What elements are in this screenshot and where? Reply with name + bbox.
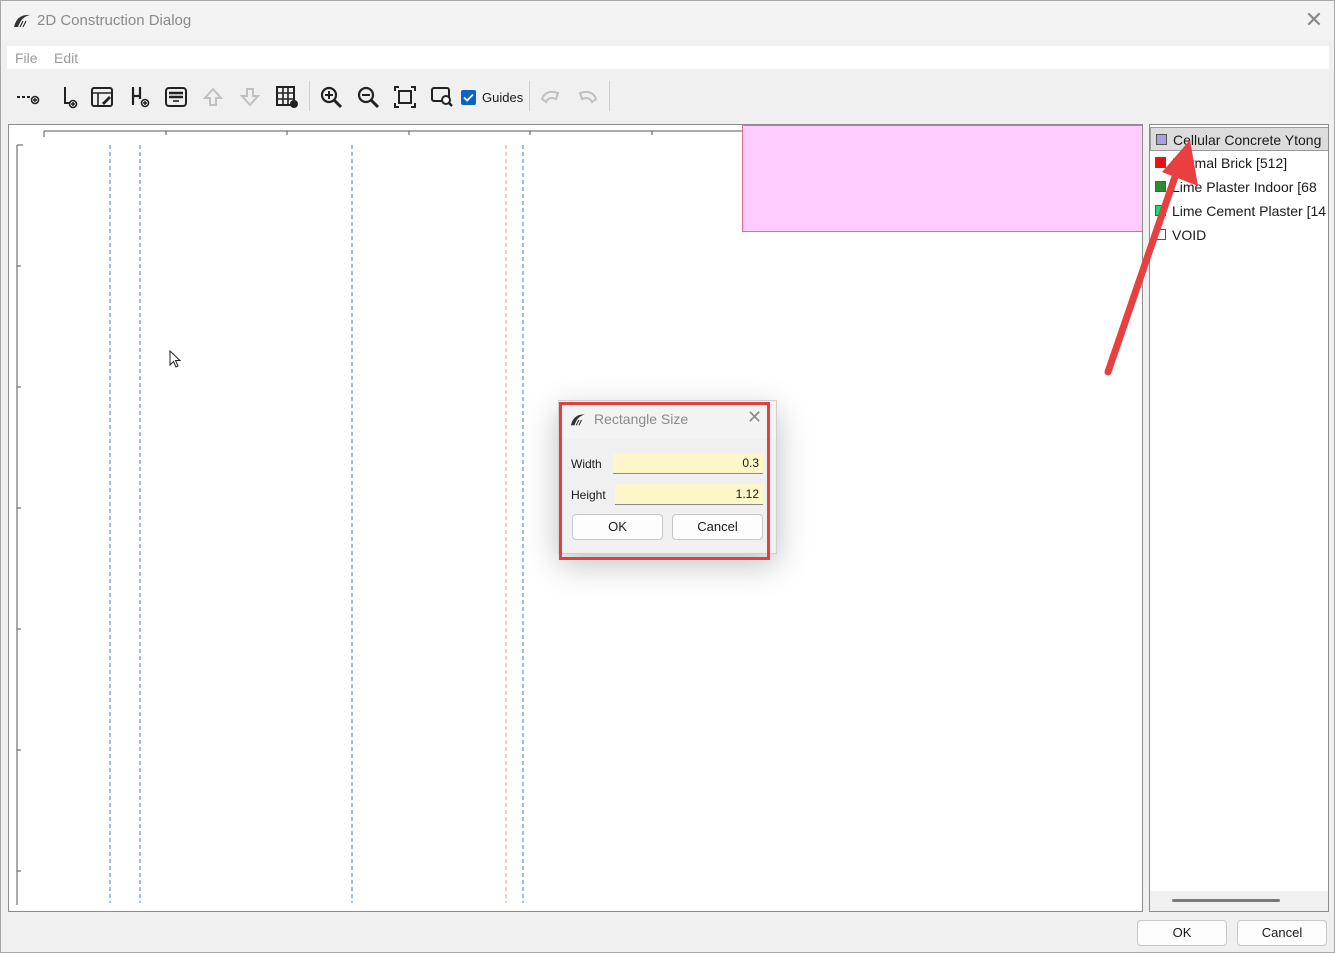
annotation-highlight-box — [559, 402, 770, 560]
guides-checkbox[interactable] — [461, 90, 476, 105]
add-vertical-guide-icon[interactable] — [54, 83, 82, 111]
horizontal-scrollbar[interactable] — [1150, 891, 1328, 911]
grid-settings-icon[interactable] — [273, 83, 301, 111]
material-swatch — [1155, 229, 1166, 240]
zoom-window-icon[interactable] — [428, 83, 456, 111]
close-icon[interactable]: ✕ — [1301, 7, 1327, 33]
undo-icon — [536, 83, 564, 111]
material-swatch — [1155, 181, 1166, 192]
guides-label[interactable]: Guides — [482, 90, 523, 105]
edit-table-icon[interactable] — [88, 83, 116, 111]
mouse-cursor-icon — [169, 350, 182, 368]
menu-edit[interactable]: Edit — [54, 50, 78, 66]
add-horizontal-guide-icon[interactable] — [14, 83, 42, 111]
material-swatch — [1156, 134, 1167, 145]
move-down-icon — [236, 83, 264, 111]
material-swatch — [1155, 205, 1166, 216]
app-logo-icon — [14, 14, 30, 28]
material-label: Lime Cement Plaster [14 — [1172, 203, 1327, 219]
zoom-in-icon[interactable] — [317, 83, 345, 111]
toolbar: Guides — [1, 73, 1334, 119]
zoom-out-icon[interactable] — [354, 83, 382, 111]
material-item[interactable]: Lime Plaster Indoor [68 — [1150, 175, 1328, 199]
scrollbar-thumb[interactable] — [1172, 899, 1280, 902]
menu-file[interactable]: File — [15, 50, 38, 66]
zoom-fit-icon[interactable] — [391, 83, 419, 111]
move-up-icon — [199, 83, 227, 111]
material-item[interactable]: Cellular Concrete Ytong — [1150, 127, 1328, 151]
layer-icon[interactable] — [162, 83, 190, 111]
material-item[interactable]: Lime Cement Plaster [14 — [1150, 199, 1328, 223]
material-rectangle[interactable] — [742, 125, 1142, 232]
add-height-guide-icon[interactable] — [126, 83, 154, 111]
material-label: Normal Brick [512] — [1172, 155, 1288, 171]
material-item[interactable]: Normal Brick [512] — [1150, 151, 1328, 175]
redo-icon — [574, 83, 602, 111]
materials-panel: Cellular Concrete Ytong Normal Brick [51… — [1149, 124, 1329, 912]
material-label: VOID — [1172, 227, 1207, 243]
toolbar-separator — [609, 81, 610, 111]
menu-bar: File Edit — [7, 46, 1329, 69]
cancel-button[interactable]: Cancel — [1237, 920, 1327, 946]
window-title: 2D Construction Dialog — [37, 12, 192, 29]
material-label: Cellular Concrete Ytong — [1173, 132, 1322, 148]
toolbar-separator — [309, 81, 310, 111]
toolbar-separator — [529, 81, 530, 111]
title-bar: 2D Construction Dialog ✕ — [1, 1, 1334, 41]
material-item[interactable]: VOID — [1150, 223, 1328, 247]
ok-button[interactable]: OK — [1137, 920, 1227, 946]
material-label: Lime Plaster Indoor [68 — [1172, 179, 1317, 195]
material-swatch — [1155, 157, 1166, 168]
